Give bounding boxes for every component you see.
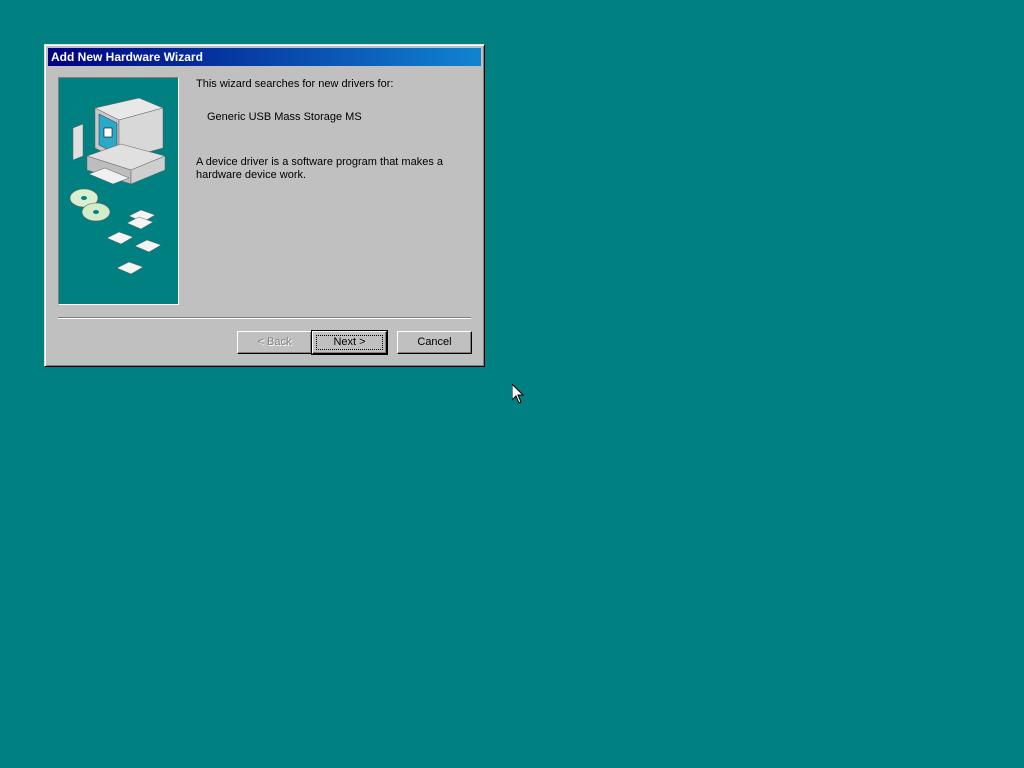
device-name: Generic USB Mass Storage MS bbox=[207, 111, 362, 123]
cancel-button-label: Cancel bbox=[417, 336, 452, 348]
next-button-label: Next > bbox=[333, 336, 366, 348]
wizard-window: Add New Hardware Wizard This wizard sear… bbox=[44, 44, 485, 367]
back-button-label: < Back bbox=[257, 336, 292, 348]
desktop: Add New Hardware Wizard This wizard sear… bbox=[0, 0, 1024, 768]
hardware-illustration-icon bbox=[69, 97, 166, 275]
description-line-1: A device driver is a software program th… bbox=[196, 156, 443, 168]
button-separator bbox=[58, 317, 471, 319]
window-title: Add New Hardware Wizard bbox=[51, 50, 203, 64]
intro-text: This wizard searches for new drivers for… bbox=[196, 78, 394, 90]
next-button[interactable]: Next > bbox=[311, 330, 388, 355]
wizard-illustration bbox=[58, 77, 179, 305]
back-button[interactable]: < Back bbox=[237, 331, 312, 354]
title-bar[interactable]: Add New Hardware Wizard bbox=[48, 48, 481, 66]
description-line-2: hardware device work. bbox=[196, 169, 307, 181]
cancel-button[interactable]: Cancel bbox=[397, 331, 472, 354]
mouse-pointer-icon bbox=[512, 384, 524, 404]
